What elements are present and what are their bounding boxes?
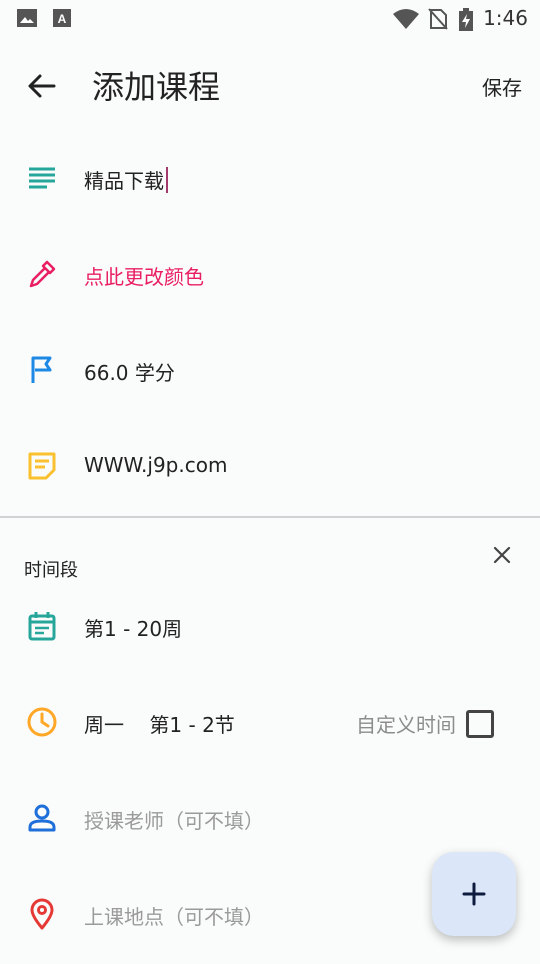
custom-time-label: 自定义时间 [356,713,456,737]
page-title: 添加课程 [92,68,221,106]
add-timeslot-button[interactable] [432,852,516,936]
eyedropper-icon [29,260,56,288]
change-color-link[interactable]: 点此更改颜色 [84,261,204,290]
weeks-value[interactable]: 第1 - 20周 [84,613,182,642]
note-value[interactable]: WWW.j9p.com [84,453,227,477]
back-arrow-icon[interactable] [26,70,58,102]
clock-icon [27,707,57,737]
weeks-row[interactable]: 第1 - 20周 [0,580,540,676]
close-icon[interactable] [490,543,514,567]
no-sim-icon [428,8,448,30]
image-icon [17,9,37,27]
app-bar: 添加课程 保存 [0,36,540,132]
note-row[interactable]: WWW.j9p.com [0,420,540,516]
credits-value[interactable]: 66.0 学分 [84,357,175,386]
color-row[interactable]: 点此更改颜色 [0,228,540,324]
timeslot-label: 时间段 [24,560,78,581]
sticky-note-icon [28,452,56,480]
wifi-icon [393,9,419,29]
location-input[interactable]: 上课地点（可不填） [84,901,264,930]
svg-text:A: A [58,12,67,26]
status-time: 1:46 [483,6,528,30]
credits-row[interactable]: 66.0 学分 [0,324,540,420]
divider [0,516,540,518]
course-name-value: 精品下载 [84,169,164,193]
teacher-input[interactable]: 授课老师（可不填） [84,805,264,834]
battery-icon [459,8,473,31]
course-name-input[interactable]: 精品下载 [84,165,168,194]
location-pin-icon [30,898,54,930]
custom-time-checkbox[interactable] [466,710,494,738]
person-icon [28,804,56,832]
flag-icon [31,356,52,383]
day-periods-row[interactable]: 周一 第1 - 2节 自定义时间 [0,676,540,772]
status-bar: A 1:46 [0,0,540,36]
calendar-icon [28,612,56,641]
a-icon: A [53,9,71,27]
notes-icon [29,167,55,189]
save-button[interactable]: 保存 [482,72,522,101]
plus-icon [462,882,486,906]
course-name-row[interactable]: 精品下载 [0,132,540,228]
day-periods-value[interactable]: 周一 第1 - 2节 [84,709,235,738]
text-cursor [166,167,168,193]
